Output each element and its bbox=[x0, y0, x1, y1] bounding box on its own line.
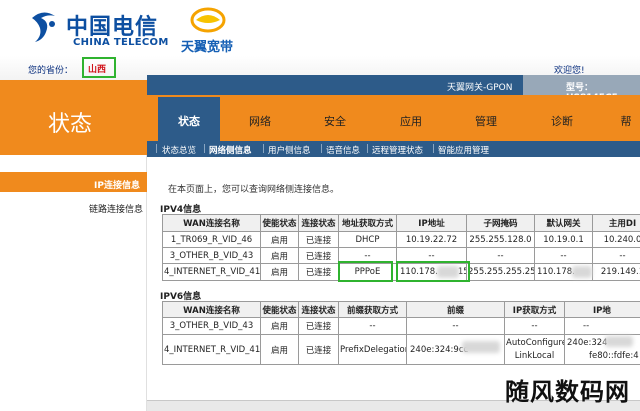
table-cell: 启用 bbox=[260, 317, 299, 335]
table-cell: 启用 bbox=[260, 231, 299, 248]
table-header-row: WAN连接名称 使能状态 连接状态 地址获取方式 IP地址 子网掩码 默认网关 … bbox=[162, 214, 640, 232]
table-cell: 启用 bbox=[260, 247, 299, 264]
page-description: 在本页面上，您可以查询网络侧连接信息。 bbox=[168, 185, 340, 195]
table-cell: 255.255.255.255 bbox=[466, 263, 535, 281]
ipv6-linklocal-address: fe80::fdfe:4 bbox=[589, 350, 639, 361]
table-cell: 启用 bbox=[260, 263, 299, 281]
table-cell: 219.149.1 bbox=[592, 263, 640, 281]
watermark-text: 随风数码网 bbox=[505, 378, 630, 406]
column-header: IP地址 bbox=[396, 214, 467, 232]
tianyi-logo-icon bbox=[190, 7, 226, 33]
column-header: 使能状态 bbox=[260, 301, 299, 318]
tab-application[interactable]: 应用 bbox=[381, 113, 441, 129]
subnav-separator: | bbox=[366, 144, 369, 154]
table-cell: 10.19.22.72 bbox=[396, 231, 467, 248]
sidebar-label-ip-connection[interactable]: IP连接信息 bbox=[94, 178, 140, 191]
ip-method-linklocal: LinkLocal bbox=[514, 350, 555, 361]
province-label: 您的省份： bbox=[28, 66, 74, 76]
tab-help[interactable]: 帮 bbox=[612, 113, 640, 129]
sidebar-item-link-connection[interactable]: 链路连接信息 bbox=[89, 202, 143, 215]
column-header: 使能状态 bbox=[260, 214, 299, 232]
subnav-voice-info[interactable]: 语音信息 bbox=[326, 144, 360, 156]
column-header: 地址获取方式 bbox=[338, 214, 397, 232]
ipv6-table: WAN连接名称 使能状态 连接状态 前缀获取方式 前缀 IP获取方式 IP地 3… bbox=[162, 301, 640, 365]
column-header: 连接状态 bbox=[298, 214, 339, 232]
subnav-separator: | bbox=[155, 144, 158, 154]
table-cell: -- bbox=[466, 247, 535, 264]
column-header: 连接状态 bbox=[298, 301, 339, 318]
redaction-blur bbox=[572, 266, 592, 278]
ip-method-auto: AutoConfigured bbox=[506, 337, 564, 348]
pppoe-highlight bbox=[338, 261, 393, 282]
table-cell: 10.19.0.1 bbox=[534, 231, 593, 248]
table-header-row: WAN连接名称 使能状态 连接状态 前缀获取方式 前缀 IP获取方式 IP地 bbox=[162, 301, 640, 318]
column-header: IP获取方式 bbox=[504, 301, 565, 318]
column-header: 前缀 bbox=[406, 301, 505, 318]
tab-network[interactable]: 网络 bbox=[230, 113, 290, 129]
column-header: 主用DI bbox=[592, 214, 640, 232]
column-header: 子网掩码 bbox=[466, 214, 535, 232]
subnav-smart-app[interactable]: 智能应用管理 bbox=[438, 144, 489, 156]
column-header: 默认网关 bbox=[534, 214, 593, 232]
table-cell: 3_OTHER_B_VID_43 bbox=[162, 317, 261, 335]
table-cell: 已连接 bbox=[298, 231, 339, 248]
table-cell: 3_OTHER_B_VID_43 bbox=[162, 247, 261, 264]
gateway-name: 天翼网关-GPON bbox=[447, 83, 513, 93]
column-header: WAN连接名称 bbox=[162, 301, 261, 318]
subnav-separator: | bbox=[203, 144, 206, 154]
table-cell: 已连接 bbox=[298, 263, 339, 281]
table-cell: AutoConfigured LinkLocal bbox=[504, 334, 565, 365]
subnav-user-info[interactable]: 用户侧信息 bbox=[268, 144, 311, 156]
subnav-separator: | bbox=[262, 144, 265, 154]
table-cell: 1_TR069_R_VID_46 bbox=[162, 231, 261, 248]
tab-status[interactable]: 状态 bbox=[159, 113, 219, 129]
table-cell: PrefixDelegation bbox=[338, 334, 407, 365]
table-cell: -- bbox=[592, 247, 640, 264]
table-cell: 已连接 bbox=[298, 334, 339, 365]
tab-security[interactable]: 安全 bbox=[305, 113, 365, 129]
table-cell: 已连接 bbox=[298, 247, 339, 264]
broadband-brand: 天翼宽带 bbox=[181, 40, 234, 55]
subnav-separator: | bbox=[432, 144, 435, 154]
table-cell: DHCP bbox=[338, 231, 397, 248]
subnav-separator: | bbox=[320, 144, 323, 154]
table-cell: -- bbox=[504, 317, 565, 335]
subnav-remote-management[interactable]: 远程管理状态 bbox=[372, 144, 423, 156]
column-header: WAN连接名称 bbox=[162, 214, 261, 232]
redaction-blur bbox=[462, 341, 500, 353]
column-header: IP地 bbox=[564, 301, 640, 318]
brand-en: CHINA TELECOM bbox=[73, 37, 169, 48]
table-cell: 已连接 bbox=[298, 317, 339, 335]
table-cell: -- bbox=[338, 317, 407, 335]
table-row: 1_TR069_R_VID_46 启用 已连接 DHCP 10.19.22.72… bbox=[162, 231, 640, 248]
table-cell: 4_INTERNET_R_VID_41 bbox=[162, 263, 261, 281]
subnav-network-info[interactable]: 网络侧信息 bbox=[209, 144, 252, 156]
table-cell: 启用 bbox=[260, 334, 299, 365]
subnav-overview[interactable]: 状态总览 bbox=[162, 144, 196, 156]
redaction-blur bbox=[605, 336, 633, 347]
ip-highlight bbox=[396, 261, 470, 282]
table-cell: 255.255.128.0 bbox=[466, 231, 535, 248]
province-value: 山西 bbox=[88, 65, 107, 75]
china-telecom-logo-icon bbox=[32, 12, 55, 42]
table-row: 3_OTHER_B_VID_43 启用 已连接 -- -- -- -- bbox=[162, 317, 640, 335]
page-title: 状态 bbox=[48, 112, 93, 137]
table-row: 4_INTERNET_R_VID_41 启用 已连接 PrefixDelegat… bbox=[162, 334, 640, 365]
table-cell: 10.240.0 bbox=[592, 231, 640, 248]
table-cell: -- bbox=[564, 317, 640, 335]
table-cell: -- bbox=[406, 317, 505, 335]
tab-diagnosis[interactable]: 诊断 bbox=[532, 113, 592, 129]
table-cell: 4_INTERNET_R_VID_41 bbox=[162, 334, 261, 365]
sidebar bbox=[0, 155, 147, 411]
column-header: 前缀获取方式 bbox=[338, 301, 407, 318]
tab-management[interactable]: 管理 bbox=[456, 113, 516, 129]
table-cell: -- bbox=[534, 247, 593, 264]
